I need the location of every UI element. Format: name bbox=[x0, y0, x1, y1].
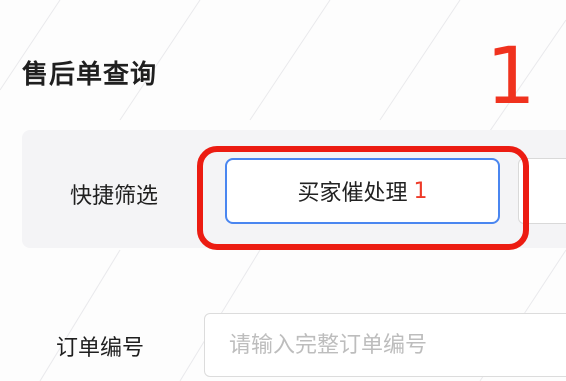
quick-filter-label: 快捷筛选 bbox=[70, 184, 159, 209]
order-number-label: 订单编号 bbox=[56, 336, 145, 361]
page-title: 售后单查询 bbox=[22, 60, 158, 90]
page: 售后单查询 1 快捷筛选 买家催处理 1 订单编号 bbox=[0, 0, 566, 381]
highlight-annotation-box bbox=[197, 146, 529, 250]
order-number-input[interactable] bbox=[204, 313, 566, 377]
step-number-annotation: 1 bbox=[486, 32, 536, 122]
